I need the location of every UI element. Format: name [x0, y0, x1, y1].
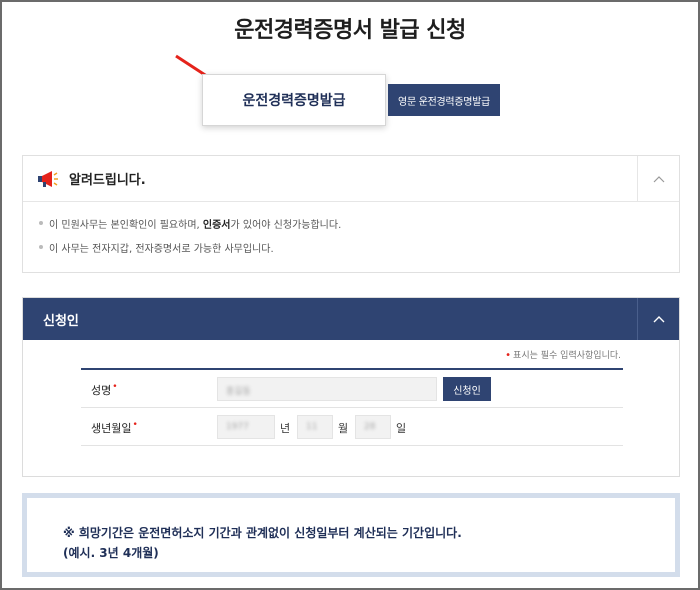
notice-item-text: 이 민원사무는 본인확인이 필요하며, — [49, 220, 203, 231]
birth-year-value: 1977 — [226, 422, 249, 432]
day-unit: 일 — [396, 422, 407, 435]
name-row: 성명• 홍길동 신청인 — [81, 370, 623, 408]
notice-item-bold: 인증서 — [202, 220, 231, 231]
name-value: 홍길동 — [226, 387, 251, 397]
birth-month-input[interactable]: 11 — [297, 415, 333, 439]
applicant-title: 신청인 — [43, 313, 79, 329]
notice-collapse-button[interactable] — [637, 156, 679, 201]
tab-english-driving-record[interactable]: 영문 운전경력증명발급 — [388, 84, 500, 116]
info-line-2: (예시. 3년 4개월) — [63, 546, 159, 560]
notice-title: 알려드립니다. — [69, 173, 146, 188]
page-title: 운전경력증명서 발급 신청 — [234, 18, 466, 43]
birth-row: 생년월일• 1977 년 11 월 28 일 — [81, 408, 623, 446]
info-line-1: ※ 희망기간은 운전면허소지 기간과 관계없이 신청일부터 계산되는 기간입니다… — [63, 526, 462, 540]
notice-item: 이 민원사무는 본인확인이 필요하며, 인증서가 있어야 신청가능합니다. — [39, 216, 679, 231]
notice-item: 이 사무는 전자지갑, 전자증명서로 가능한 사무입니다. — [39, 240, 679, 255]
required-mark: • — [112, 382, 118, 392]
megaphone-icon — [38, 170, 58, 187]
month-unit: 월 — [338, 422, 349, 435]
name-label: 성명• — [91, 382, 118, 398]
applicant-collapse-button[interactable] — [637, 298, 679, 340]
chevron-up-icon — [653, 316, 664, 323]
info-box: ※ 희망기간은 운전면허소지 기간과 관계없이 신청일부터 계산되는 기간입니다… — [22, 493, 680, 577]
year-unit: 년 — [280, 422, 291, 435]
applicant-header[interactable]: 신청인 — [23, 298, 679, 340]
notice-panel: 알려드립니다. 이 민원사무는 본인확인이 필요하며, 인증서가 있어야 신청가… — [22, 155, 680, 273]
birth-label-text: 생년월일 — [91, 422, 132, 435]
birth-day-input[interactable]: 28 — [355, 415, 391, 439]
required-mark: • — [132, 420, 138, 430]
birth-label: 생년월일• — [91, 420, 138, 436]
notice-list: 이 민원사무는 본인확인이 필요하며, 인증서가 있어야 신청가능합니다. 이 … — [23, 202, 679, 255]
required-note-text: 표시는 필수 입력사항입니다. — [513, 351, 621, 361]
birth-month-value: 11 — [306, 422, 318, 432]
tab-driving-record[interactable]: 운전경력증명발급 — [202, 74, 386, 126]
birth-year-input[interactable]: 1977 — [217, 415, 275, 439]
required-mark: • — [505, 350, 512, 361]
name-input[interactable]: 홍길동 — [217, 377, 437, 401]
chevron-up-icon — [653, 175, 664, 182]
notice-header[interactable]: 알려드립니다. — [23, 156, 679, 202]
required-note: • 표시는 필수 입력사항입니다. — [505, 348, 621, 361]
applicant-verify-button[interactable]: 신청인 — [443, 377, 491, 401]
notice-item-text-end: 가 있어야 신청가능합니다. — [230, 220, 342, 231]
applicant-panel: 신청인 • 표시는 필수 입력사항입니다. 성명• 홍길동 신청인 생년월일• 1… — [22, 297, 680, 477]
name-label-text: 성명 — [91, 384, 112, 397]
notice-item-text: 이 사무는 전자지갑, 전자증명서로 가능한 사무입니다. — [49, 244, 274, 255]
birth-day-value: 28 — [364, 422, 376, 432]
